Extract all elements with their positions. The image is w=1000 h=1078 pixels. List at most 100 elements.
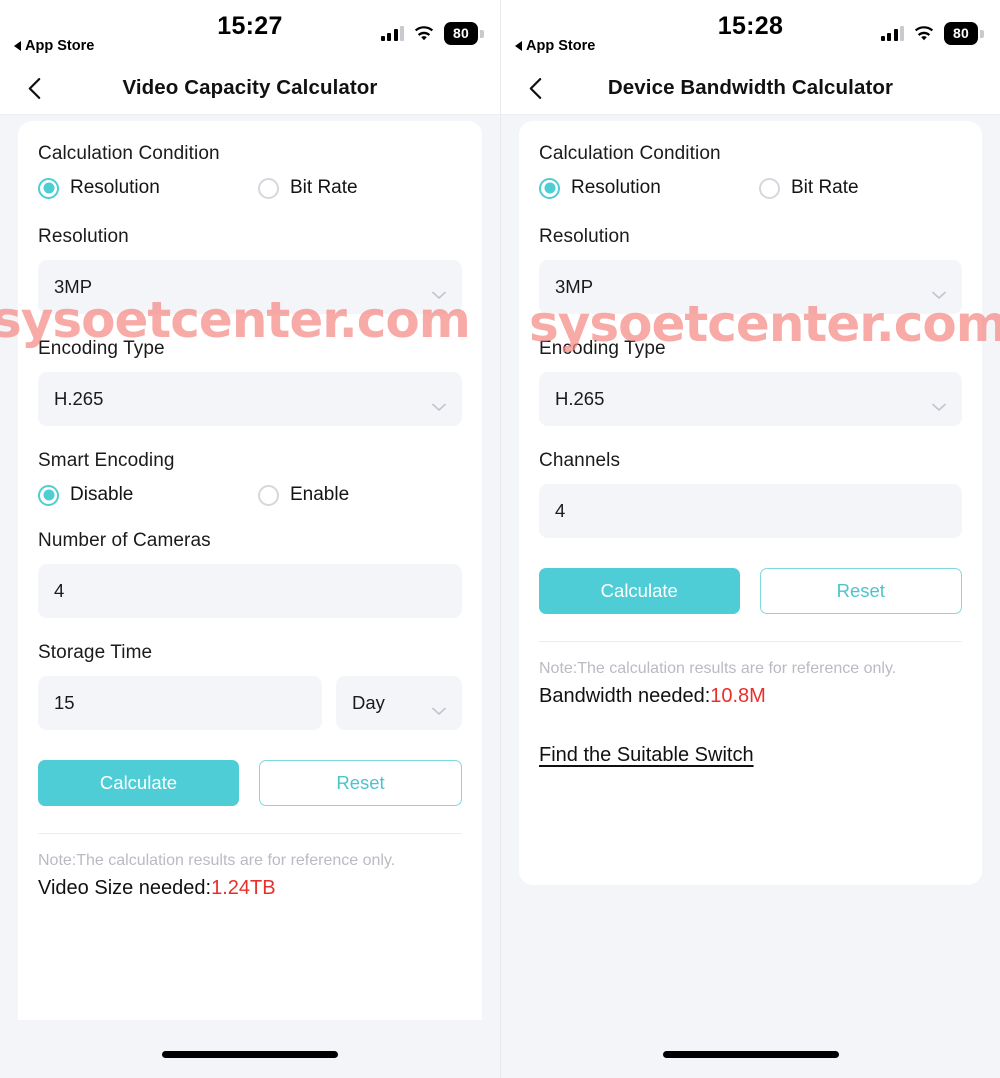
number-of-cameras-input[interactable]: 4 [38, 564, 462, 618]
chevron-down-icon [932, 395, 946, 411]
radio-option-disable[interactable]: Disable [38, 484, 258, 506]
encoding-type-value: H.265 [54, 388, 104, 409]
reset-button[interactable]: Reset [259, 760, 462, 806]
status-bar: 15:27 App Store 80 [0, 0, 500, 62]
back-button[interactable] [20, 74, 48, 102]
radio-indicator-bit-rate [759, 177, 780, 199]
result-note: Note:The calculation results are for ref… [539, 660, 897, 677]
result-value: 1.24TB [211, 877, 276, 899]
calculation-condition-radio-group: Resolution Bit Rate [38, 177, 462, 199]
encoding-type-select[interactable]: H.265 [539, 372, 962, 426]
action-buttons: Calculate Reset [38, 760, 462, 806]
battery-cap [980, 29, 984, 38]
channels-label: Channels [539, 450, 621, 471]
reset-button[interactable]: Reset [759, 568, 962, 614]
cellular-signal-icon [380, 26, 404, 41]
page-body: Calculation Condition Resolution Bit Rat… [0, 115, 500, 1078]
radio-option-bit-rate[interactable]: Bit Rate [759, 177, 859, 199]
result-label: Bandwidth needed: [539, 685, 711, 707]
radio-label-resolution: Resolution [70, 177, 160, 198]
radio-option-resolution[interactable]: Resolution [539, 177, 759, 199]
battery-icon: 80 [444, 22, 484, 45]
battery-level: 80 [944, 22, 978, 45]
status-indicators: 80 [880, 22, 984, 45]
result-row: Video Size needed:1.24TB [38, 877, 462, 900]
battery-level: 80 [444, 22, 478, 45]
calculation-condition-radio-group: Resolution Bit Rate [539, 177, 962, 199]
number-of-cameras-label: Number of Cameras [38, 530, 211, 551]
resolution-value: 3MP [54, 276, 93, 297]
phone-screen-video-capacity: 15:27 App Store 80 Video Capacity Calcul… [0, 0, 500, 1078]
storage-time-label: Storage Time [38, 642, 153, 663]
radio-label-bit-rate: Bit Rate [290, 177, 358, 198]
radio-label-resolution: Resolution [571, 177, 661, 198]
chevron-down-icon [932, 283, 946, 299]
chevron-down-icon [432, 395, 446, 411]
battery-cap [480, 29, 484, 38]
radio-indicator-bit-rate [258, 177, 279, 199]
back-to-app-store[interactable]: App Store [515, 38, 595, 54]
wifi-icon [913, 25, 935, 42]
radio-option-enable[interactable]: Enable [258, 484, 349, 506]
encoding-type-label: Encoding Type [539, 338, 666, 359]
channels-input[interactable]: 4 [539, 484, 962, 538]
radio-option-bit-rate[interactable]: Bit Rate [258, 177, 358, 199]
result-value: 10.8M [710, 685, 766, 707]
resolution-label: Resolution [539, 226, 630, 247]
back-button[interactable] [521, 74, 549, 102]
storage-time-value: 15 [54, 692, 75, 713]
result-divider [539, 641, 962, 642]
dual-screenshot-stage: 15:27 App Store 80 Video Capacity Calcul… [0, 0, 1000, 1078]
home-indicator[interactable] [162, 1051, 338, 1058]
calculator-card: Calculation Condition Resolution Bit Rat… [18, 121, 482, 1020]
radio-indicator-resolution [539, 177, 560, 199]
radio-option-resolution[interactable]: Resolution [38, 177, 258, 199]
battery-icon: 80 [944, 22, 984, 45]
action-buttons: Calculate Reset [539, 568, 962, 614]
nav-bar: Device Bandwidth Calculator [501, 62, 1000, 115]
calculate-button[interactable]: Calculate [38, 760, 239, 806]
status-indicators: 80 [380, 22, 484, 45]
radio-label-bit-rate: Bit Rate [791, 177, 859, 198]
resolution-select[interactable]: 3MP [38, 260, 462, 314]
radio-indicator-enable [258, 484, 279, 506]
calculate-button[interactable]: Calculate [539, 568, 740, 614]
result-note: Note:The calculation results are for ref… [38, 852, 396, 869]
back-to-app-store-label: App Store [526, 38, 596, 54]
resolution-select[interactable]: 3MP [539, 260, 962, 314]
status-bar: 15:28 App Store 80 [501, 0, 1000, 62]
radio-indicator-resolution [38, 177, 59, 199]
nav-bar: Video Capacity Calculator [0, 62, 500, 115]
channels-value: 4 [555, 500, 566, 521]
page-title: Device Bandwidth Calculator [607, 76, 894, 99]
smart-encoding-radio-group: Disable Enable [38, 484, 462, 506]
chevron-down-icon [432, 699, 446, 715]
encoding-type-label: Encoding Type [38, 338, 165, 359]
calculation-condition-label: Calculation Condition [38, 143, 220, 164]
find-suitable-switch-link[interactable]: Find the Suitable Switch [539, 744, 754, 767]
resolution-label: Resolution [38, 226, 129, 247]
back-to-app-store[interactable]: App Store [14, 38, 94, 54]
chevron-down-icon [432, 283, 446, 299]
storage-time-unit-select[interactable]: Day [336, 676, 462, 730]
back-to-app-store-label: App Store [25, 38, 95, 54]
result-label: Video Size needed: [38, 877, 212, 899]
storage-time-input[interactable]: 15 [38, 676, 322, 730]
radio-label-disable: Disable [70, 484, 134, 505]
phone-screen-device-bandwidth: 15:28 App Store 80 Device Bandwidth Calc… [500, 0, 1000, 1078]
page-body: Calculation Condition Resolution Bit Rat… [501, 115, 1000, 1078]
encoding-type-value: H.265 [555, 388, 605, 409]
number-of-cameras-value: 4 [54, 580, 65, 601]
home-indicator[interactable] [662, 1051, 839, 1058]
radio-indicator-disable [38, 484, 59, 506]
resolution-value: 3MP [555, 276, 594, 297]
encoding-type-select[interactable]: H.265 [38, 372, 462, 426]
storage-time-row: 15 Day [38, 676, 462, 730]
result-row: Bandwidth needed:10.8M [539, 685, 962, 708]
smart-encoding-label: Smart Encoding [38, 450, 175, 471]
result-divider [38, 833, 462, 834]
wifi-icon [413, 25, 435, 42]
calculator-card: Calculation Condition Resolution Bit Rat… [519, 121, 982, 885]
calculation-condition-label: Calculation Condition [539, 143, 721, 164]
triangle-left-icon [14, 41, 21, 51]
